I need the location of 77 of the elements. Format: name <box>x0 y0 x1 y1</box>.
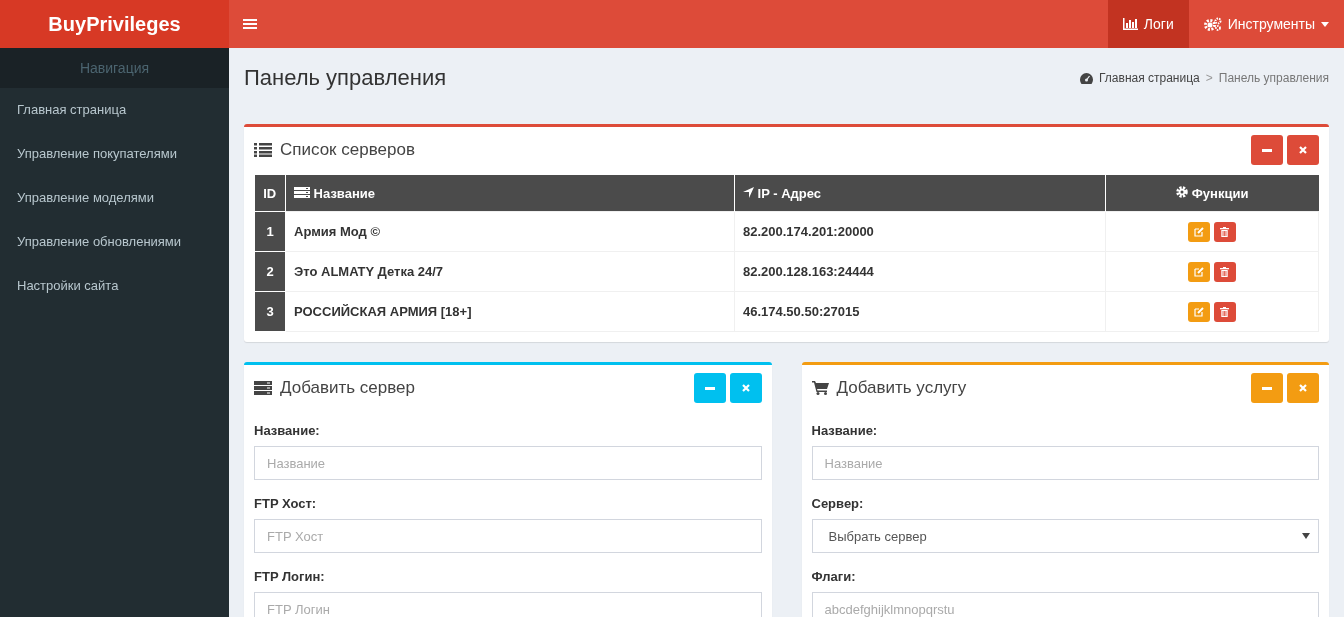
edit-icon <box>1194 226 1205 237</box>
bar-chart-icon <box>1122 18 1138 30</box>
field-label: Название: <box>254 423 321 438</box>
location-arrow-icon <box>743 186 754 198</box>
field-label: FTP Логин: <box>254 569 326 584</box>
table-cell: 3 <box>254 291 286 332</box>
collapse-button[interactable] <box>1251 135 1283 165</box>
field-label: FTP Хост: <box>254 496 318 511</box>
sidebar-header: Навигация <box>0 48 229 88</box>
table-cell: 82.200.174.201:20000 <box>734 211 1106 252</box>
cart-icon <box>811 381 829 395</box>
table-cell: Армия Мод © <box>285 211 735 252</box>
input-field[interactable]: Название <box>254 446 762 480</box>
edit-icon <box>1194 306 1205 317</box>
close-button[interactable] <box>1287 135 1319 165</box>
column-header: Название <box>285 175 735 212</box>
gear-icon <box>1176 185 1189 198</box>
collapse-button[interactable] <box>693 373 726 403</box>
dashboard-icon <box>1080 72 1093 84</box>
breadcrumb-current: Панель управления <box>1218 71 1329 85</box>
server-icon <box>294 186 310 198</box>
field-label: Сервер: <box>811 496 865 511</box>
delete-button[interactable] <box>1213 301 1236 322</box>
table-cell: 82.200.128.163:24444 <box>734 251 1106 292</box>
column-header: ID <box>254 175 286 212</box>
table-cell: 2 <box>254 251 286 292</box>
logo[interactable]: BuyPrivileges <box>0 0 229 48</box>
breadcrumb-separator: > <box>1205 71 1213 85</box>
panel-title: Список серверов <box>280 140 415 160</box>
edit-button[interactable] <box>1188 221 1211 242</box>
field-label: Название: <box>811 423 879 438</box>
sidebar-item[interactable]: Управление обновлениями <box>0 220 229 264</box>
table-cell: РОССИЙСКАЯ АРМИЯ [18+] <box>285 291 735 332</box>
input-field[interactable]: FTP Логин <box>254 592 762 617</box>
sidebar-item[interactable]: Настройки сайта <box>0 264 229 308</box>
sidebar-item[interactable]: Управление покупателями <box>0 132 229 176</box>
gears-icon <box>1203 17 1222 31</box>
edit-icon <box>1194 266 1205 277</box>
trash-icon <box>1220 266 1230 277</box>
trash-icon <box>1220 306 1230 317</box>
nav-menu-item[interactable]: Логи <box>1107 0 1189 48</box>
column-header: IP - Адрес <box>734 175 1106 212</box>
table-cell: Это ALMATY Детка 24/7 <box>285 251 735 292</box>
menu-icon <box>243 18 257 30</box>
input-field[interactable]: Название <box>811 446 1319 480</box>
select-field[interactable]: Выбрать сервер <box>811 519 1319 553</box>
edit-button[interactable] <box>1188 301 1211 322</box>
server-icon <box>254 381 272 395</box>
table-cell: 46.174.50.50:27015 <box>734 291 1106 332</box>
sidebar-item[interactable]: Управление моделями <box>0 176 229 220</box>
nav-menu-item[interactable]: Инструменты <box>1188 0 1344 48</box>
field-label: Флаги: <box>811 569 857 584</box>
close-icon <box>741 384 750 392</box>
minus-icon <box>1262 148 1272 152</box>
delete-button[interactable] <box>1213 221 1236 242</box>
close-button[interactable] <box>1287 373 1319 403</box>
table-cell: 1 <box>254 211 286 252</box>
close-icon <box>1299 384 1307 392</box>
panel-title: Добавить сервер <box>280 378 415 398</box>
panel-title: Добавить услугу <box>836 378 967 398</box>
page-title: Панель управления <box>244 65 447 91</box>
input-field[interactable]: abcdefghijklmnopqrstu <box>811 592 1319 617</box>
close-button[interactable] <box>729 373 762 403</box>
caret-icon <box>1321 21 1329 27</box>
minus-icon <box>704 386 715 390</box>
minus-icon <box>1262 386 1272 390</box>
column-header: Функции <box>1105 175 1319 212</box>
sidebar-item[interactable]: Главная страница <box>0 88 229 132</box>
input-field[interactable]: FTP Хост <box>254 519 762 553</box>
delete-button[interactable] <box>1213 261 1236 282</box>
edit-button[interactable] <box>1188 261 1211 282</box>
collapse-button[interactable] <box>1251 373 1283 403</box>
caret-icon <box>1302 533 1310 539</box>
trash-icon <box>1220 226 1230 237</box>
breadcrumb-link[interactable]: Главная страница <box>1099 71 1200 85</box>
list-icon <box>254 143 272 157</box>
close-icon <box>1299 146 1307 154</box>
